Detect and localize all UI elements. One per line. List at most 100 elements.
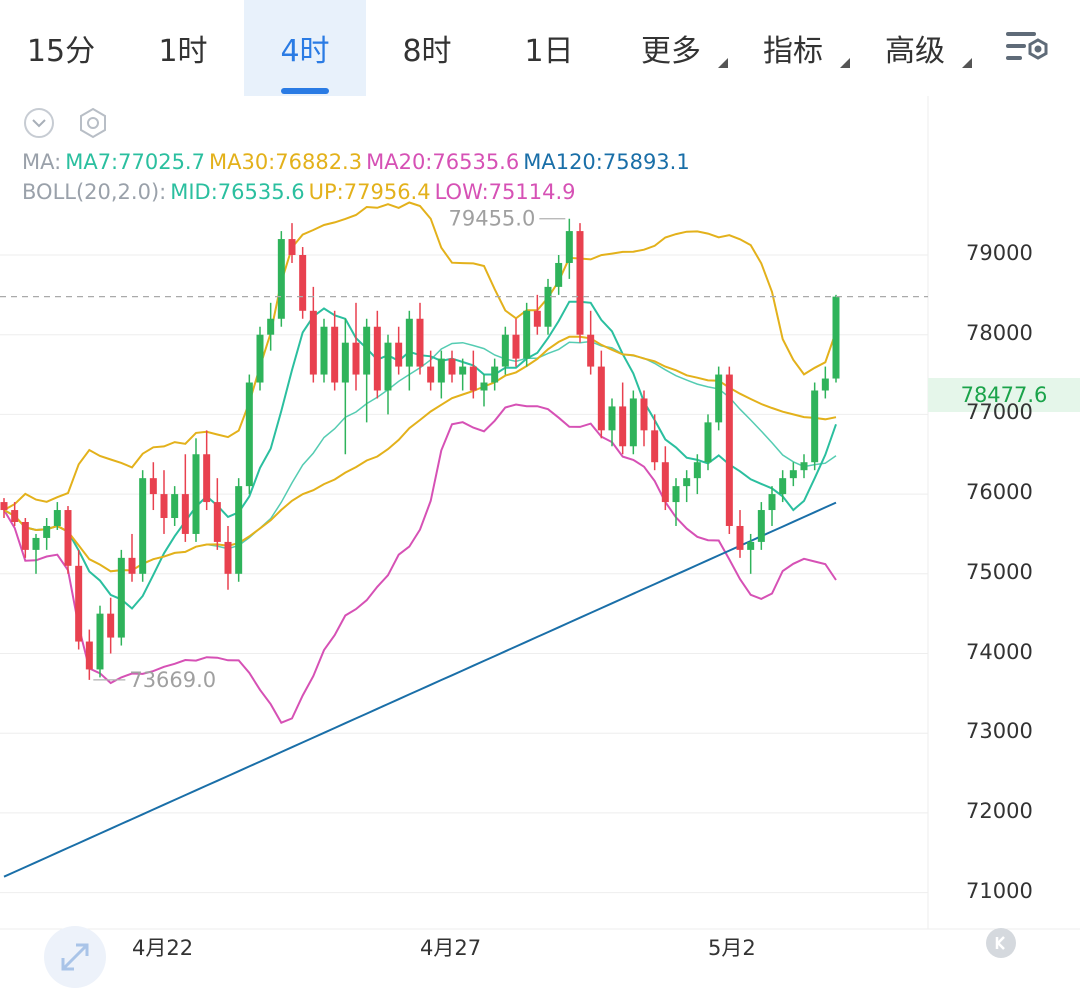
ma120-value: MA120:75893.1 <box>523 150 690 174</box>
candle-body <box>75 565 83 642</box>
candle-body <box>693 462 701 479</box>
candle-body <box>309 310 317 375</box>
chevron-down-icon <box>32 119 46 128</box>
boll-bands <box>3 201 837 724</box>
candle-body <box>501 334 509 367</box>
candle-body <box>789 470 797 479</box>
tab-label: 更多 <box>641 34 701 69</box>
boll-legend: BOLL(20,2.0): MID:76535.6 UP:77956.4 LOW:75… <box>22 180 580 204</box>
y-tick-label: 77000 <box>966 400 1033 425</box>
candle-body <box>0 502 8 511</box>
tab-indicators-dropdown[interactable]: 指标 <box>732 0 854 96</box>
candle-body <box>213 502 221 542</box>
x-tick-label: 5月2 <box>708 936 756 960</box>
candle-body <box>43 525 51 538</box>
candles <box>0 218 840 680</box>
candle-body <box>53 510 61 526</box>
tab-advanced-dropdown[interactable]: 高级 <box>854 0 976 96</box>
candle-body <box>427 366 435 383</box>
candle-body <box>32 537 40 550</box>
candle-body <box>672 486 680 503</box>
x-tick-label: 4月22 <box>132 936 194 960</box>
moving-average-lines <box>3 300 837 878</box>
tab-more-dropdown[interactable]: 更多 <box>610 0 732 96</box>
candle-body <box>245 382 253 487</box>
tab-label: 4时 <box>280 34 330 69</box>
candle-body <box>747 541 755 550</box>
chart-settings-icon[interactable] <box>1000 24 1056 72</box>
candle-body <box>96 613 104 670</box>
tab-1h[interactable]: 1时 <box>122 0 244 96</box>
candle-body <box>85 641 93 670</box>
candle-body <box>587 334 595 367</box>
ma20-value: MA20:76535.6 <box>366 150 520 174</box>
min-price-label: 73669.0 <box>129 668 216 692</box>
hexagon-settings-icon[interactable] <box>76 106 110 140</box>
candle-body <box>683 478 691 487</box>
candle-body <box>597 366 605 431</box>
candle-body <box>64 510 72 566</box>
candle-body <box>277 239 285 319</box>
candle-body <box>192 454 200 534</box>
ma-legend: MA: MA7:77025.7 MA30:76882.3 MA20:76535.6 MA… <box>22 150 694 174</box>
candle-body <box>661 462 669 503</box>
tab-1d[interactable]: 1日 <box>488 0 610 96</box>
candle-body <box>288 239 296 255</box>
kline-chart-svg[interactable]: 79455.0 73669.0 <box>0 96 1080 971</box>
candle-body <box>11 510 19 522</box>
candle-body <box>437 358 445 383</box>
candle-body <box>757 510 765 542</box>
candle-body <box>107 613 115 638</box>
candle-body <box>832 296 840 379</box>
candle-body <box>341 342 349 383</box>
candle-body <box>640 398 648 431</box>
candle-body <box>469 366 477 391</box>
candle-body <box>565 231 573 263</box>
candle-body <box>800 462 808 471</box>
ma-prefix: MA: <box>22 150 62 174</box>
candle-body <box>480 382 488 391</box>
y-tick-label: 79000 <box>966 241 1033 265</box>
y-tick-label: 75000 <box>966 559 1033 584</box>
candle-body <box>736 525 744 550</box>
boll-prefix: BOLL(20,2.0): <box>22 180 167 204</box>
tab-4h[interactable]: 4时 <box>244 0 366 96</box>
tab-8h[interactable]: 8时 <box>366 0 488 96</box>
candle-body <box>299 255 307 311</box>
candle-body <box>117 557 125 638</box>
expand-arrows-icon <box>61 943 89 971</box>
k-icon[interactable] <box>986 928 1016 958</box>
y-tick-label: 74000 <box>966 639 1033 664</box>
timeframe-tabbar: 15分 1时 4时 8时 1日 更多 指标 高级 <box>0 0 1080 96</box>
max-price-label: 79455.0 <box>448 207 535 231</box>
candle-body <box>544 286 552 327</box>
candle-body <box>139 478 147 574</box>
boll-low-value: LOW:75114.9 <box>434 180 576 204</box>
candle-body <box>811 390 819 463</box>
candle-body <box>149 478 157 495</box>
tab-label: 15分 <box>26 34 96 69</box>
candle-body <box>779 478 787 495</box>
collapse-legend-button[interactable] <box>24 108 54 138</box>
candle-body <box>384 342 392 391</box>
dropdown-triangle-icon <box>840 58 850 68</box>
candle-body <box>235 486 243 574</box>
boll-mid-value: MID:76535.6 <box>170 180 305 204</box>
price-markers: 79455.0 73669.0 <box>0 207 928 692</box>
candle-body <box>181 494 189 534</box>
candle-body <box>21 521 29 550</box>
kline-chart[interactable]: 79455.0 73669.0 MA: MA7:77025.7 MA30:76882.… <box>0 96 1080 988</box>
candle-body <box>448 358 456 375</box>
y-tick-label: 78000 <box>966 320 1033 345</box>
candle-body <box>725 374 733 526</box>
candle-body <box>555 262 563 287</box>
tab-label: 指标 <box>763 34 823 69</box>
y-tick-label: 76000 <box>966 480 1033 505</box>
ma7-value: MA7:77025.7 <box>65 150 205 174</box>
candle-body <box>352 342 360 375</box>
expand-chart-button[interactable] <box>44 926 106 988</box>
candle-body <box>256 334 264 383</box>
tab-15min[interactable]: 15分 <box>0 0 122 96</box>
candle-body <box>373 326 381 391</box>
candle-body <box>715 374 723 423</box>
